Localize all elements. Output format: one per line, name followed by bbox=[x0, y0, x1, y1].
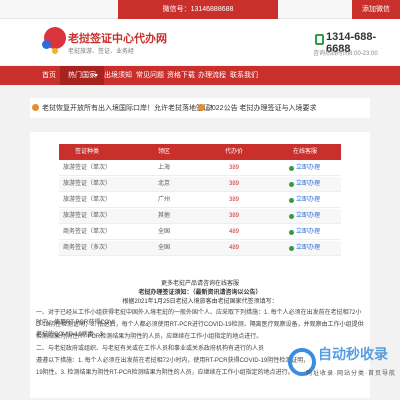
more-products-note: 更多老挝产品请咨询在线客服 bbox=[160, 281, 239, 287]
nav-item-home[interactable]: 首页 bbox=[42, 66, 56, 85]
column-header: 签证种类 bbox=[74, 149, 99, 155]
apply-link[interactable]: 立即办理 bbox=[296, 193, 320, 208]
chevron-down-icon bbox=[94, 74, 98, 77]
watermark-subtitle: 网址收录·网站分类·首页导航 bbox=[306, 371, 396, 377]
nav-item-faq[interactable]: 常见问题 bbox=[136, 66, 164, 85]
top-bar: 微信号：13146888688 添加微信 bbox=[0, 0, 400, 19]
table-row: 旅游签证（单次） 上海 389 立即办理 bbox=[59, 161, 341, 176]
apply-link[interactable]: 立即办理 bbox=[296, 241, 320, 256]
chat-icon bbox=[289, 230, 294, 235]
watermark-brand: 自动秒收录 bbox=[318, 346, 388, 362]
add-wechat-button[interactable]: 添加微信 bbox=[352, 0, 400, 19]
visa-type: 旅游签证（单次） bbox=[62, 165, 111, 171]
visa-region: 北京 bbox=[157, 181, 170, 187]
nav-item-contact[interactable]: 联系我们 bbox=[230, 66, 258, 85]
nav-item-process[interactable]: 办理流程 bbox=[198, 66, 226, 85]
visa-price: 389 bbox=[228, 165, 239, 171]
visa-price: 489 bbox=[228, 245, 239, 251]
visa-region: 上海 bbox=[157, 165, 170, 171]
nav-item-travel-notes[interactable]: 出境须知 bbox=[104, 66, 132, 85]
notice-paragraph: 检测结果为阴性RT-PCR检测结果为阴性的人员，应继续在工作小组指定的地点进行。 bbox=[36, 334, 263, 340]
logo-accent-icon bbox=[42, 40, 51, 49]
wechat-info: 微信号：13146888688 bbox=[118, 0, 278, 19]
visa-type: 商务签证（多次） bbox=[62, 245, 111, 251]
logo-accent2-icon bbox=[52, 48, 58, 54]
phone-icon bbox=[315, 34, 324, 45]
visa-price: 489 bbox=[228, 229, 239, 235]
visa-type: 旅游签证（单次） bbox=[62, 213, 111, 219]
site-subtitle: 老挝旅游、签证、业务经 bbox=[68, 49, 135, 55]
notice-icon bbox=[198, 104, 205, 111]
visa-price: 389 bbox=[228, 197, 239, 203]
apply-link[interactable]: 立即办理 bbox=[296, 177, 320, 192]
notice-item[interactable]: 2022公告 老挝办理签证与入境要求 bbox=[208, 103, 317, 113]
notice-paragraph: 二、与老挝政府或组织、与老挝有关或在工作人员和事业或关系政府机构有进行的人员 bbox=[36, 346, 265, 352]
apply-link[interactable]: 立即办理 bbox=[296, 209, 320, 224]
chat-icon bbox=[289, 246, 294, 251]
notice-icon bbox=[32, 104, 39, 111]
chat-icon bbox=[289, 166, 294, 171]
visa-price: 389 bbox=[228, 213, 239, 219]
apply-link[interactable]: 立即办理 bbox=[296, 225, 320, 240]
main-nav: 首页 热门国家 出境须知 常见问题 资格下载 办理流程 联系我们 bbox=[0, 66, 400, 85]
table-row: 旅游签证（单次） 其他 389 立即办理 bbox=[59, 209, 341, 224]
column-header: 在线客服 bbox=[292, 149, 317, 155]
apply-link[interactable]: 立即办理 bbox=[296, 161, 320, 176]
table-row: 旅游签证（单次） 北京 389 立即办理 bbox=[59, 177, 341, 192]
visa-region: 广州 bbox=[157, 197, 170, 203]
chat-icon bbox=[289, 214, 294, 219]
visa-notice-title: 老挝办理签证须知：（最新资讯请咨询以公告） bbox=[138, 290, 262, 296]
notice-bar: 老挝恢复开放所有出入境国际口岸！允许老挝落地签证！ 2022公告 老挝办理签证与… bbox=[30, 98, 370, 118]
visa-type: 旅游签证（单次） bbox=[62, 181, 111, 187]
chat-icon bbox=[289, 182, 294, 187]
visa-type: 旅游签证（单次） bbox=[62, 197, 111, 203]
table-row: 旅游签证（单次） 广州 389 立即办理 bbox=[59, 193, 341, 208]
table-row: 商务签证（单次） 全国 489 立即办理 bbox=[59, 225, 341, 240]
table-row: 商务签证（多次） 全国 489 立即办理 bbox=[59, 241, 341, 256]
visa-region: 全国 bbox=[157, 229, 170, 235]
hotline-hours: 咨询热线时间8:00-23:00 bbox=[313, 51, 378, 57]
visa-notice-intro: 根据2021年1月25日老挝入境旅客由老挝国家代签须填写： bbox=[122, 299, 278, 305]
chat-icon bbox=[289, 198, 294, 203]
nav-item-downloads[interactable]: 资格下载 bbox=[167, 66, 195, 85]
site-title[interactable]: 老挝签证中心代办网 bbox=[68, 30, 167, 46]
column-header: 领区 bbox=[157, 149, 170, 155]
visa-type: 商务签证（单次） bbox=[62, 229, 111, 235]
visa-region: 其他 bbox=[157, 213, 170, 219]
visa-price: 389 bbox=[228, 181, 239, 187]
table-header: 签证种类 领区 代办价 在线客服 bbox=[59, 144, 341, 160]
notice-item[interactable]: 老挝恢复开放所有出入境国际口岸！允许老挝落地签证！ bbox=[42, 103, 217, 113]
column-header: 代办价 bbox=[224, 149, 243, 155]
visa-region: 全国 bbox=[157, 245, 170, 251]
